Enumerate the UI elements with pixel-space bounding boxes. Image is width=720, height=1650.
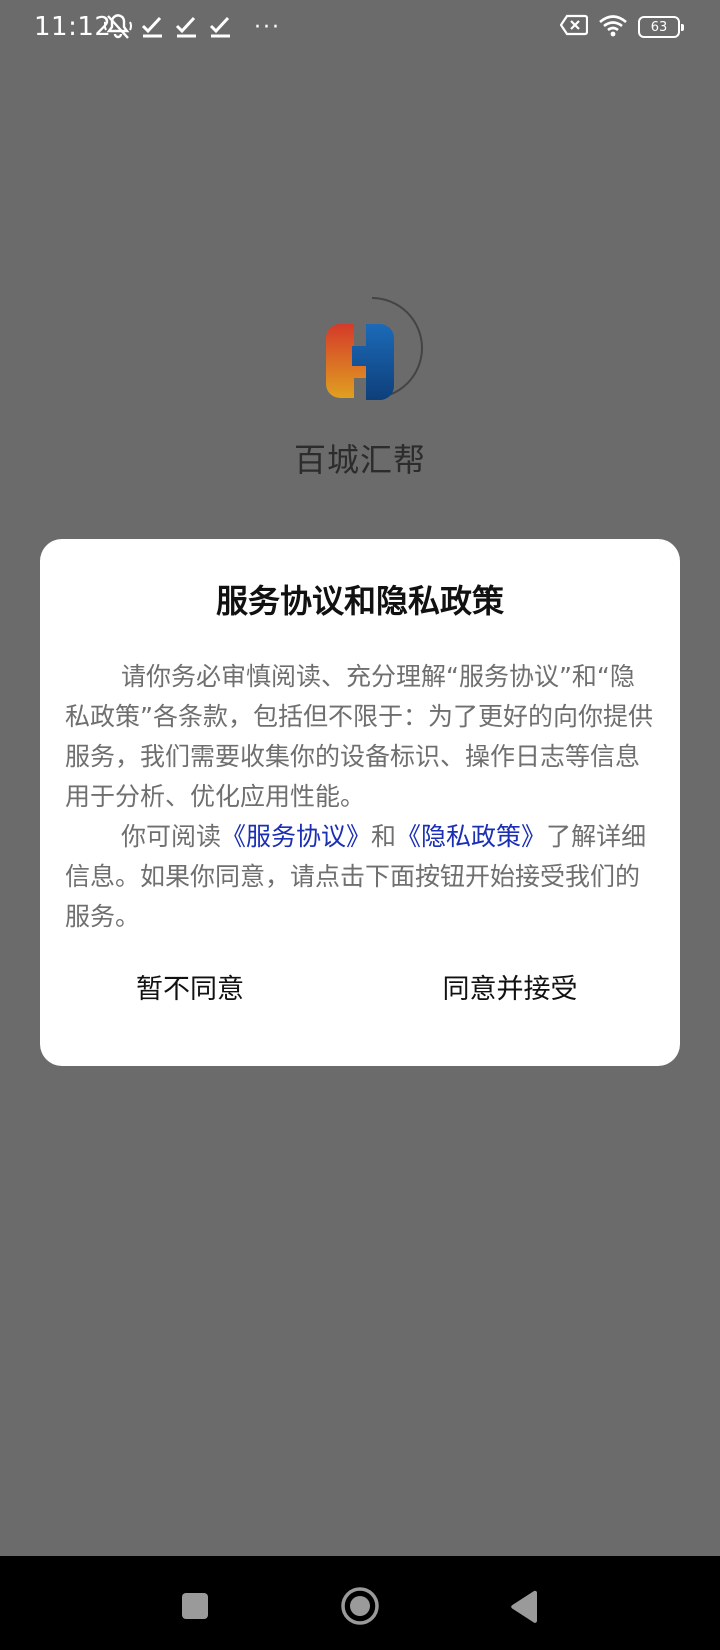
back-button[interactable] xyxy=(495,1576,555,1636)
recents-button[interactable] xyxy=(165,1576,225,1636)
triangle-back-icon xyxy=(511,1590,537,1623)
check-icon xyxy=(174,15,200,39)
dialog-body: 请你务必审慎阅读、充分理解“服务协议”和“隐私政策”各条款，包括但不限于：为了更… xyxy=(65,657,655,937)
more-dots-icon: ··· xyxy=(254,14,281,40)
home-button[interactable] xyxy=(330,1576,390,1636)
app-logo-mark xyxy=(326,324,394,400)
wifi-icon xyxy=(598,13,628,41)
app-logo xyxy=(320,296,424,400)
paragraph-2-and: 和 xyxy=(371,822,397,851)
app-name: 百城汇帮 xyxy=(293,441,426,479)
dialog-buttons: 暂不同意 同意并接受 xyxy=(40,959,680,1019)
battery-icon: 63 xyxy=(638,16,684,38)
dialog-paragraph-2: 你可阅读《服务协议》和《隐私政策》了解详细信息。如果你同意，请点击下面按钮开始接… xyxy=(65,817,655,937)
square-icon xyxy=(182,1593,208,1619)
status-time: 11:12 xyxy=(34,12,112,42)
mute-vibrate-icon xyxy=(104,14,132,40)
navigation-bar xyxy=(0,1556,720,1650)
privacy-dialog: 服务协议和隐私政策 请你务必审慎阅读、充分理解“服务协议”和“隐私政策”各条款，… xyxy=(40,539,680,1066)
decline-button[interactable]: 暂不同意 xyxy=(100,959,280,1019)
dialog-title: 服务协议和隐私政策 xyxy=(215,582,504,620)
service-agreement-link[interactable]: 《服务协议》 xyxy=(221,822,371,851)
circle-icon xyxy=(341,1587,379,1625)
status-left-icons: ··· xyxy=(104,14,281,40)
accept-button[interactable]: 同意并接受 xyxy=(410,959,610,1019)
privacy-policy-link[interactable]: 《隐私政策》 xyxy=(396,822,546,851)
paragraph-2-prefix: 你可阅读 xyxy=(121,822,222,851)
check-icon xyxy=(208,15,234,39)
check-icon xyxy=(140,15,166,39)
sim-error-icon xyxy=(559,14,589,40)
battery-level: 63 xyxy=(650,19,668,35)
status-right-icons: 63 xyxy=(559,13,684,41)
dialog-paragraph-1: 请你务必审慎阅读、充分理解“服务协议”和“隐私政策”各条款，包括但不限于：为了更… xyxy=(65,662,653,811)
status-bar: 11:12 ··· 63 xyxy=(0,0,720,54)
